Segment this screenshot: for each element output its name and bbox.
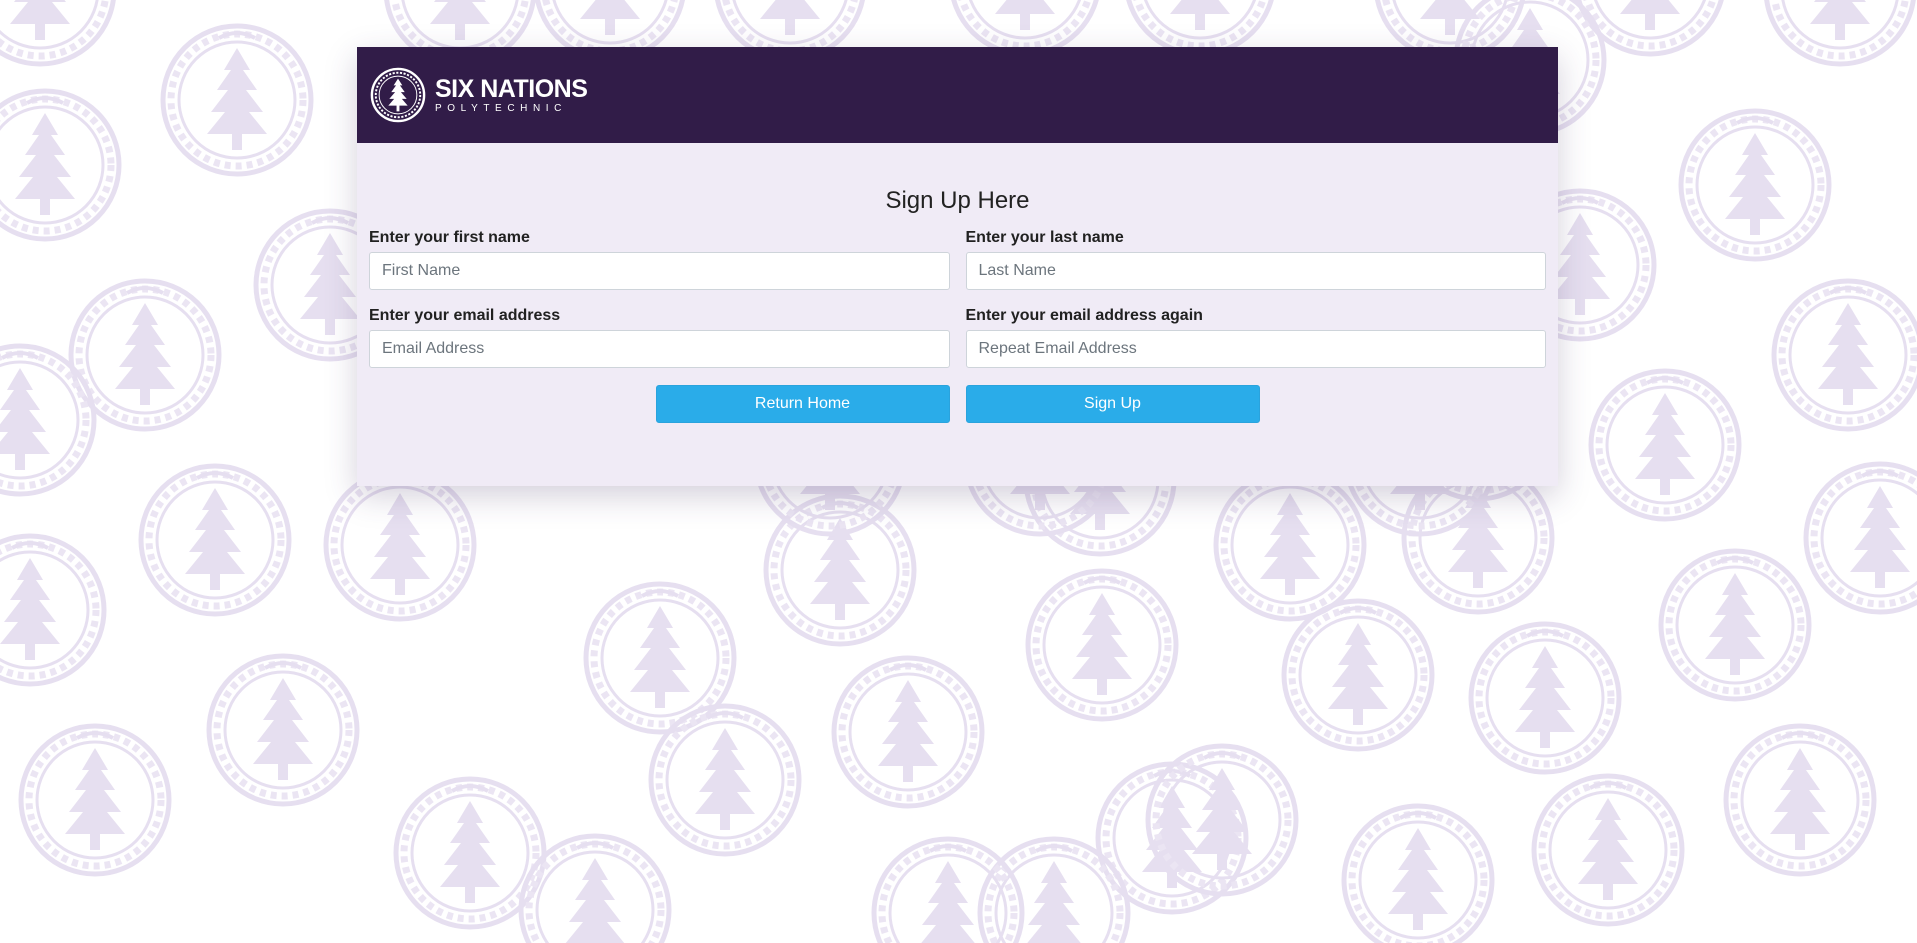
last-name-label: Enter your last name bbox=[965, 229, 1124, 246]
email-repeat-label: Enter your email address again bbox=[965, 307, 1203, 324]
form-body: Sign Up Here Enter your first name Enter… bbox=[357, 143, 1558, 423]
email-repeat-group: Enter your email address again bbox=[965, 306, 1546, 368]
email-label: Enter your email address bbox=[369, 307, 561, 324]
first-name-input[interactable] bbox=[369, 252, 950, 290]
brand-logo[interactable]: SIX NATIONS POLYTECHNIC bbox=[369, 66, 588, 124]
email-input[interactable] bbox=[369, 330, 950, 368]
header-banner: SIX NATIONS POLYTECHNIC bbox=[357, 47, 1558, 143]
email-group: Enter your email address bbox=[369, 306, 950, 368]
last-name-input[interactable] bbox=[965, 252, 1546, 290]
tree-seal-icon bbox=[370, 67, 426, 123]
page-title: Sign Up Here bbox=[885, 187, 1030, 214]
brand-name: SIX NATIONS bbox=[435, 74, 588, 103]
brand-subtitle: POLYTECHNIC bbox=[435, 102, 567, 114]
brand-text: SIX NATIONS POLYTECHNIC bbox=[435, 74, 588, 115]
last-name-group: Enter your last name bbox=[965, 228, 1546, 290]
email-row: Enter your email address Enter your emai… bbox=[369, 306, 1546, 368]
signup-card: SIX NATIONS POLYTECHNIC Sign Up Here Ent… bbox=[357, 47, 1558, 486]
return-home-button[interactable]: Return Home bbox=[655, 385, 950, 423]
form-actions: Return Home Sign Up bbox=[369, 385, 1546, 423]
first-name-group: Enter your first name bbox=[369, 228, 950, 290]
sign-up-button[interactable]: Sign Up bbox=[965, 385, 1260, 423]
name-row: Enter your first name Enter your last na… bbox=[369, 228, 1546, 290]
first-name-label: Enter your first name bbox=[369, 229, 530, 246]
email-repeat-input[interactable] bbox=[965, 330, 1546, 368]
